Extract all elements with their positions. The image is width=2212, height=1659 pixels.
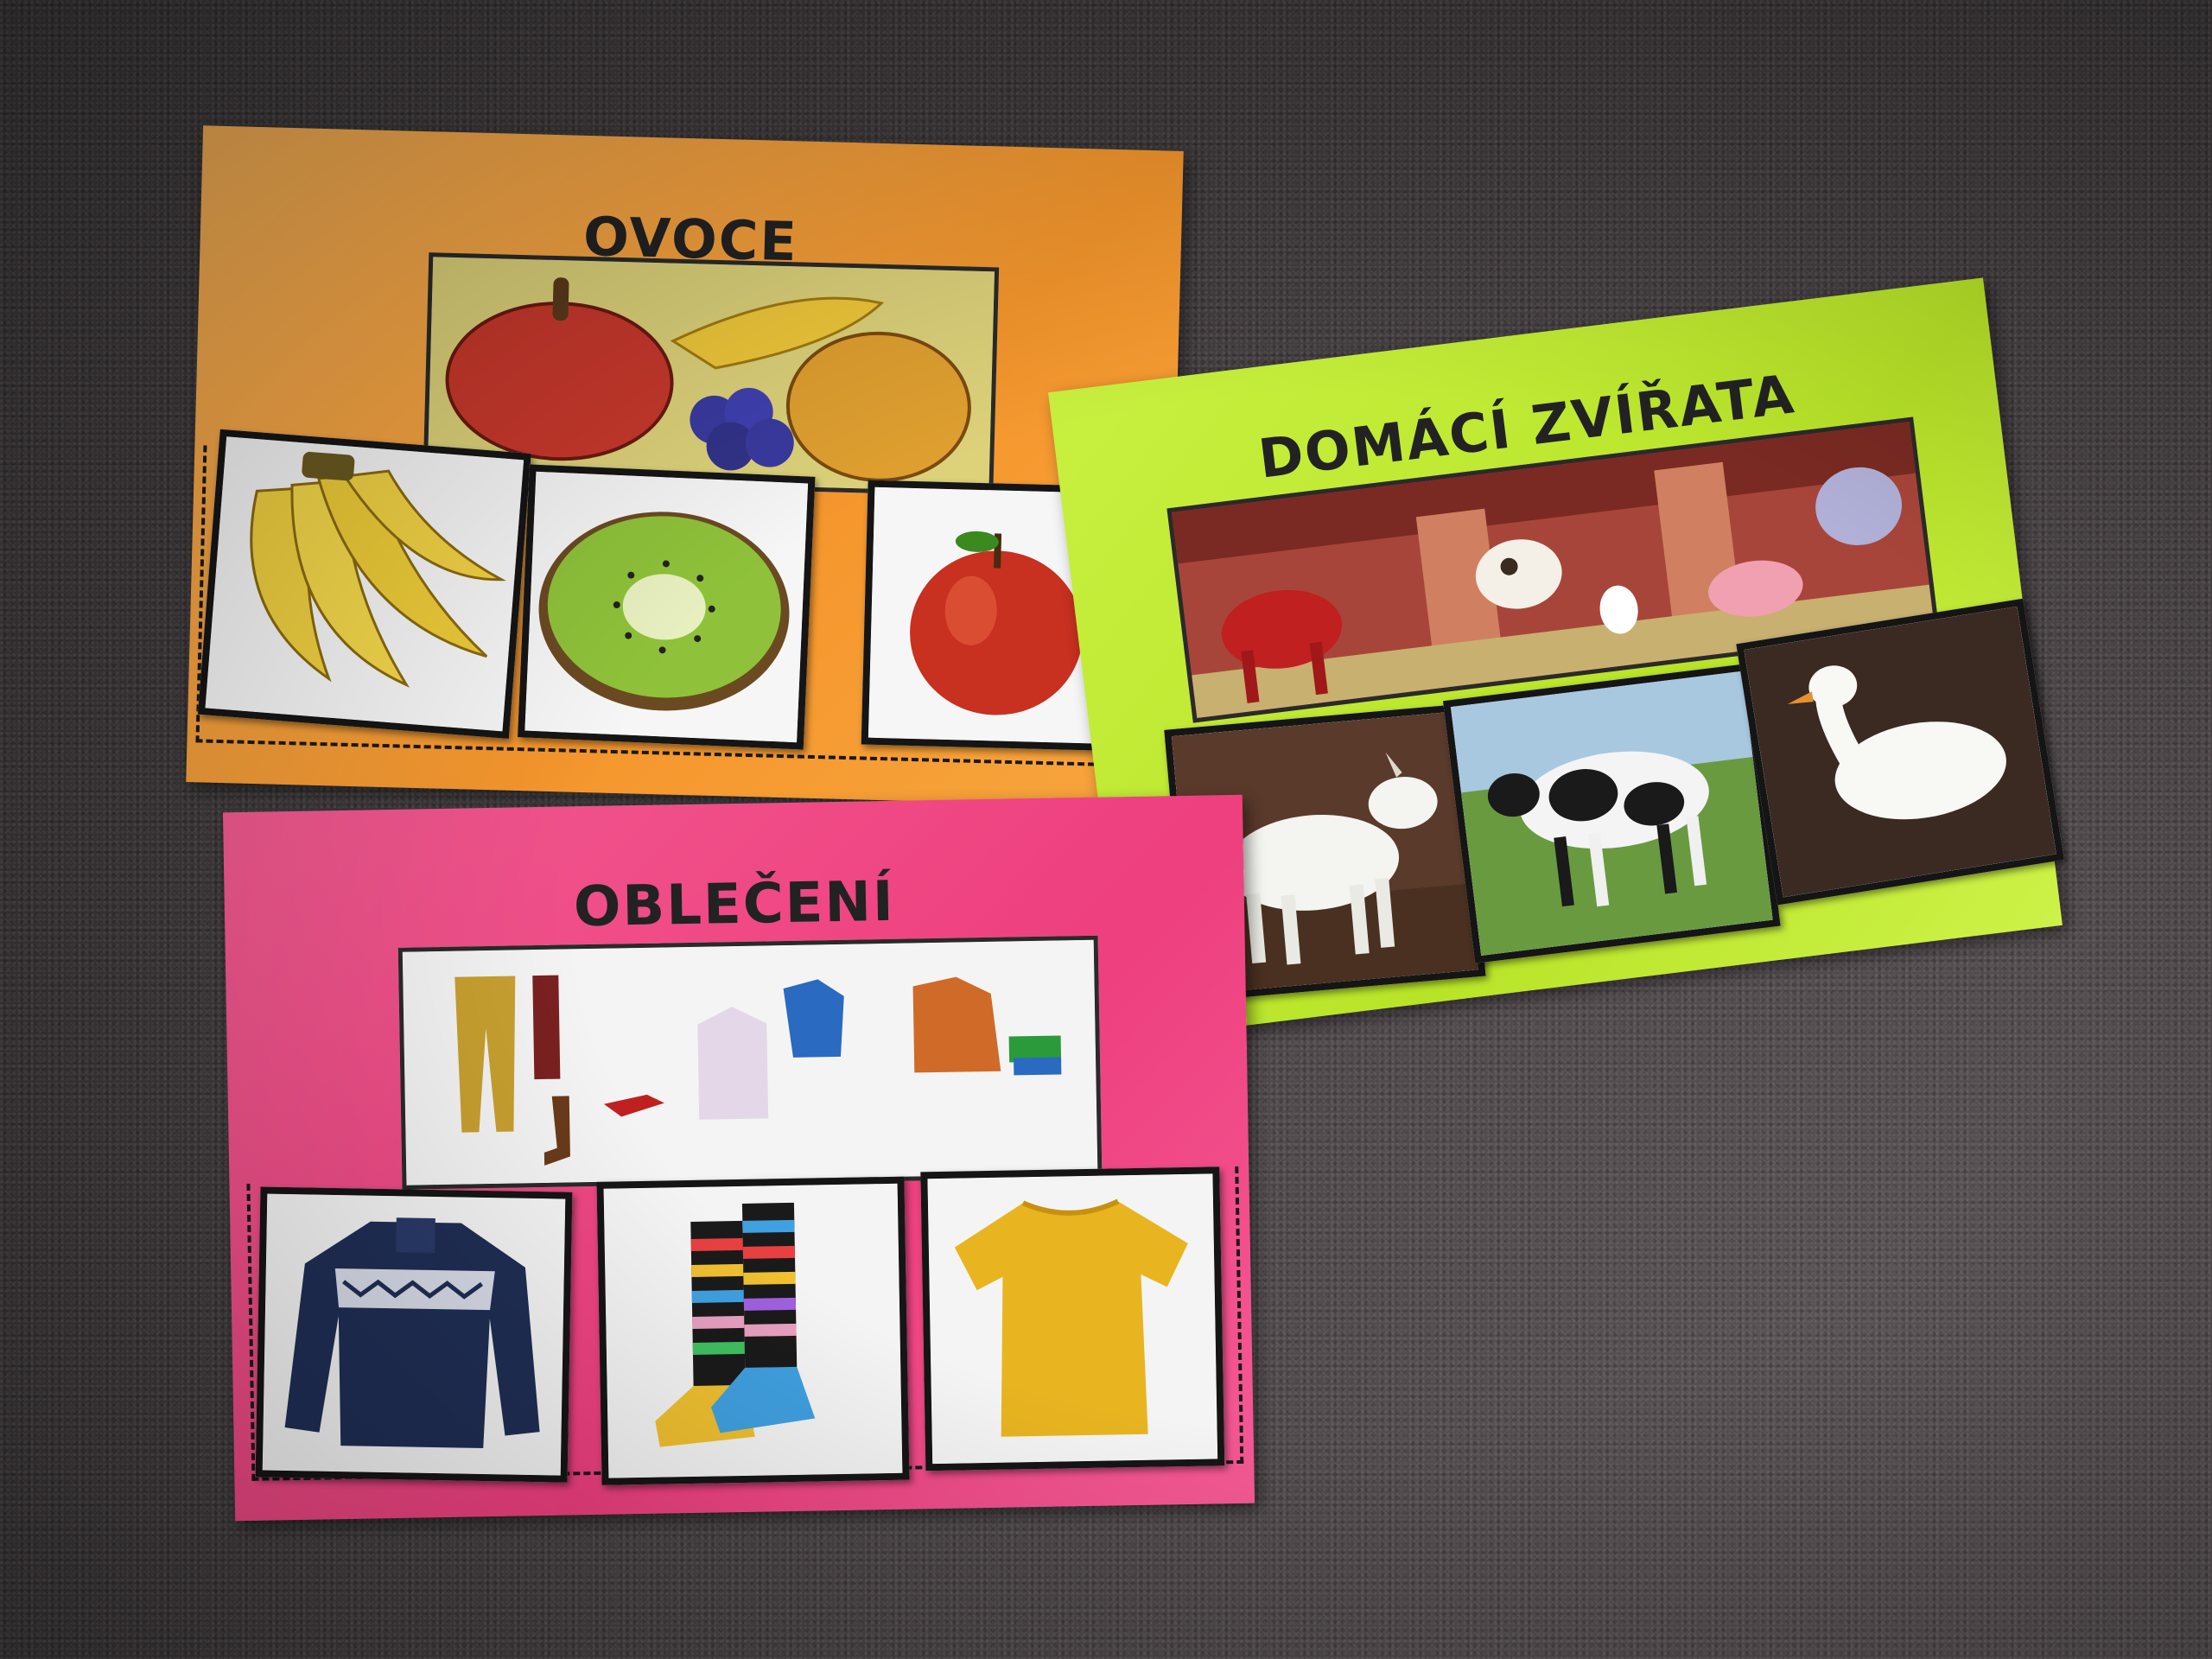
striped-socks-card[interactable] xyxy=(596,1176,910,1485)
yellow-tshirt-card[interactable] xyxy=(920,1166,1225,1471)
cow-card[interactable] xyxy=(1442,663,1781,963)
sweater-card[interactable] xyxy=(255,1186,573,1483)
kiwi-card[interactable] xyxy=(518,464,816,750)
clothes-board: OBLEČENÍ xyxy=(222,794,1255,1522)
clothes-board-title: OBLEČENÍ xyxy=(573,869,896,940)
clothes-banner-picture xyxy=(397,935,1103,1190)
banana-card[interactable] xyxy=(197,429,531,739)
goose-card[interactable] xyxy=(1736,598,2064,906)
fruit-board: OVOCE xyxy=(186,125,1184,808)
